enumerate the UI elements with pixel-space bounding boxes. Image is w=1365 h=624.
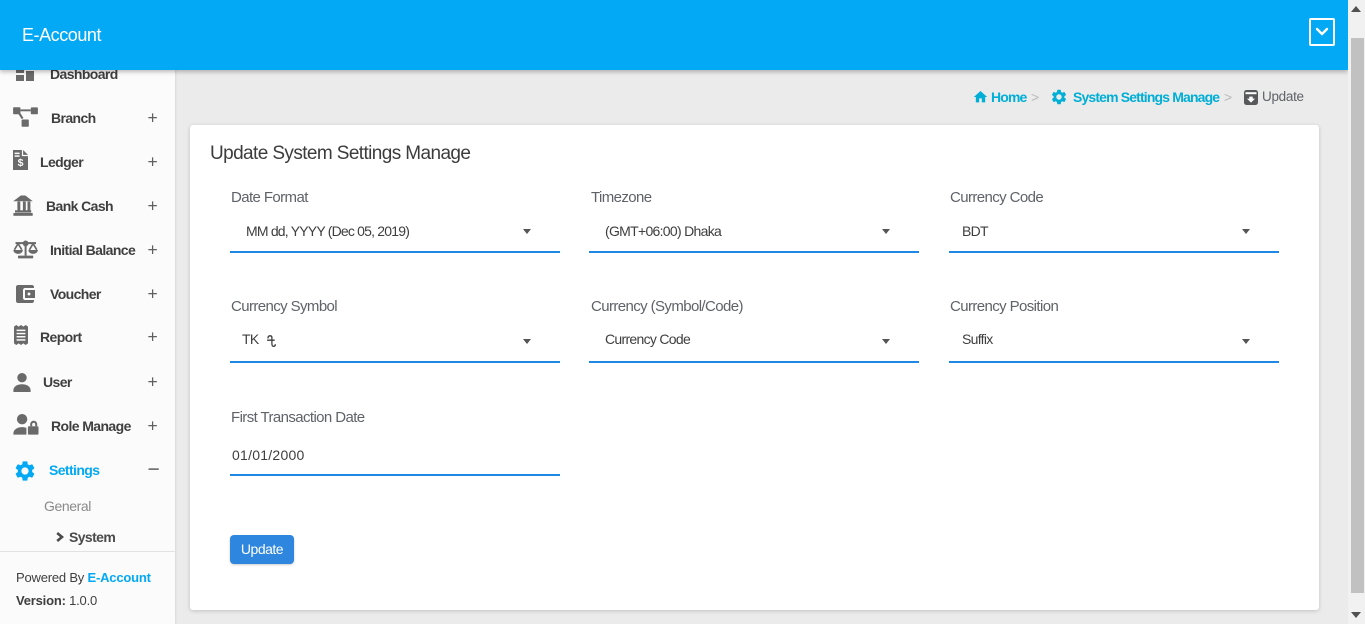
svg-text:$: $ xyxy=(18,157,24,169)
